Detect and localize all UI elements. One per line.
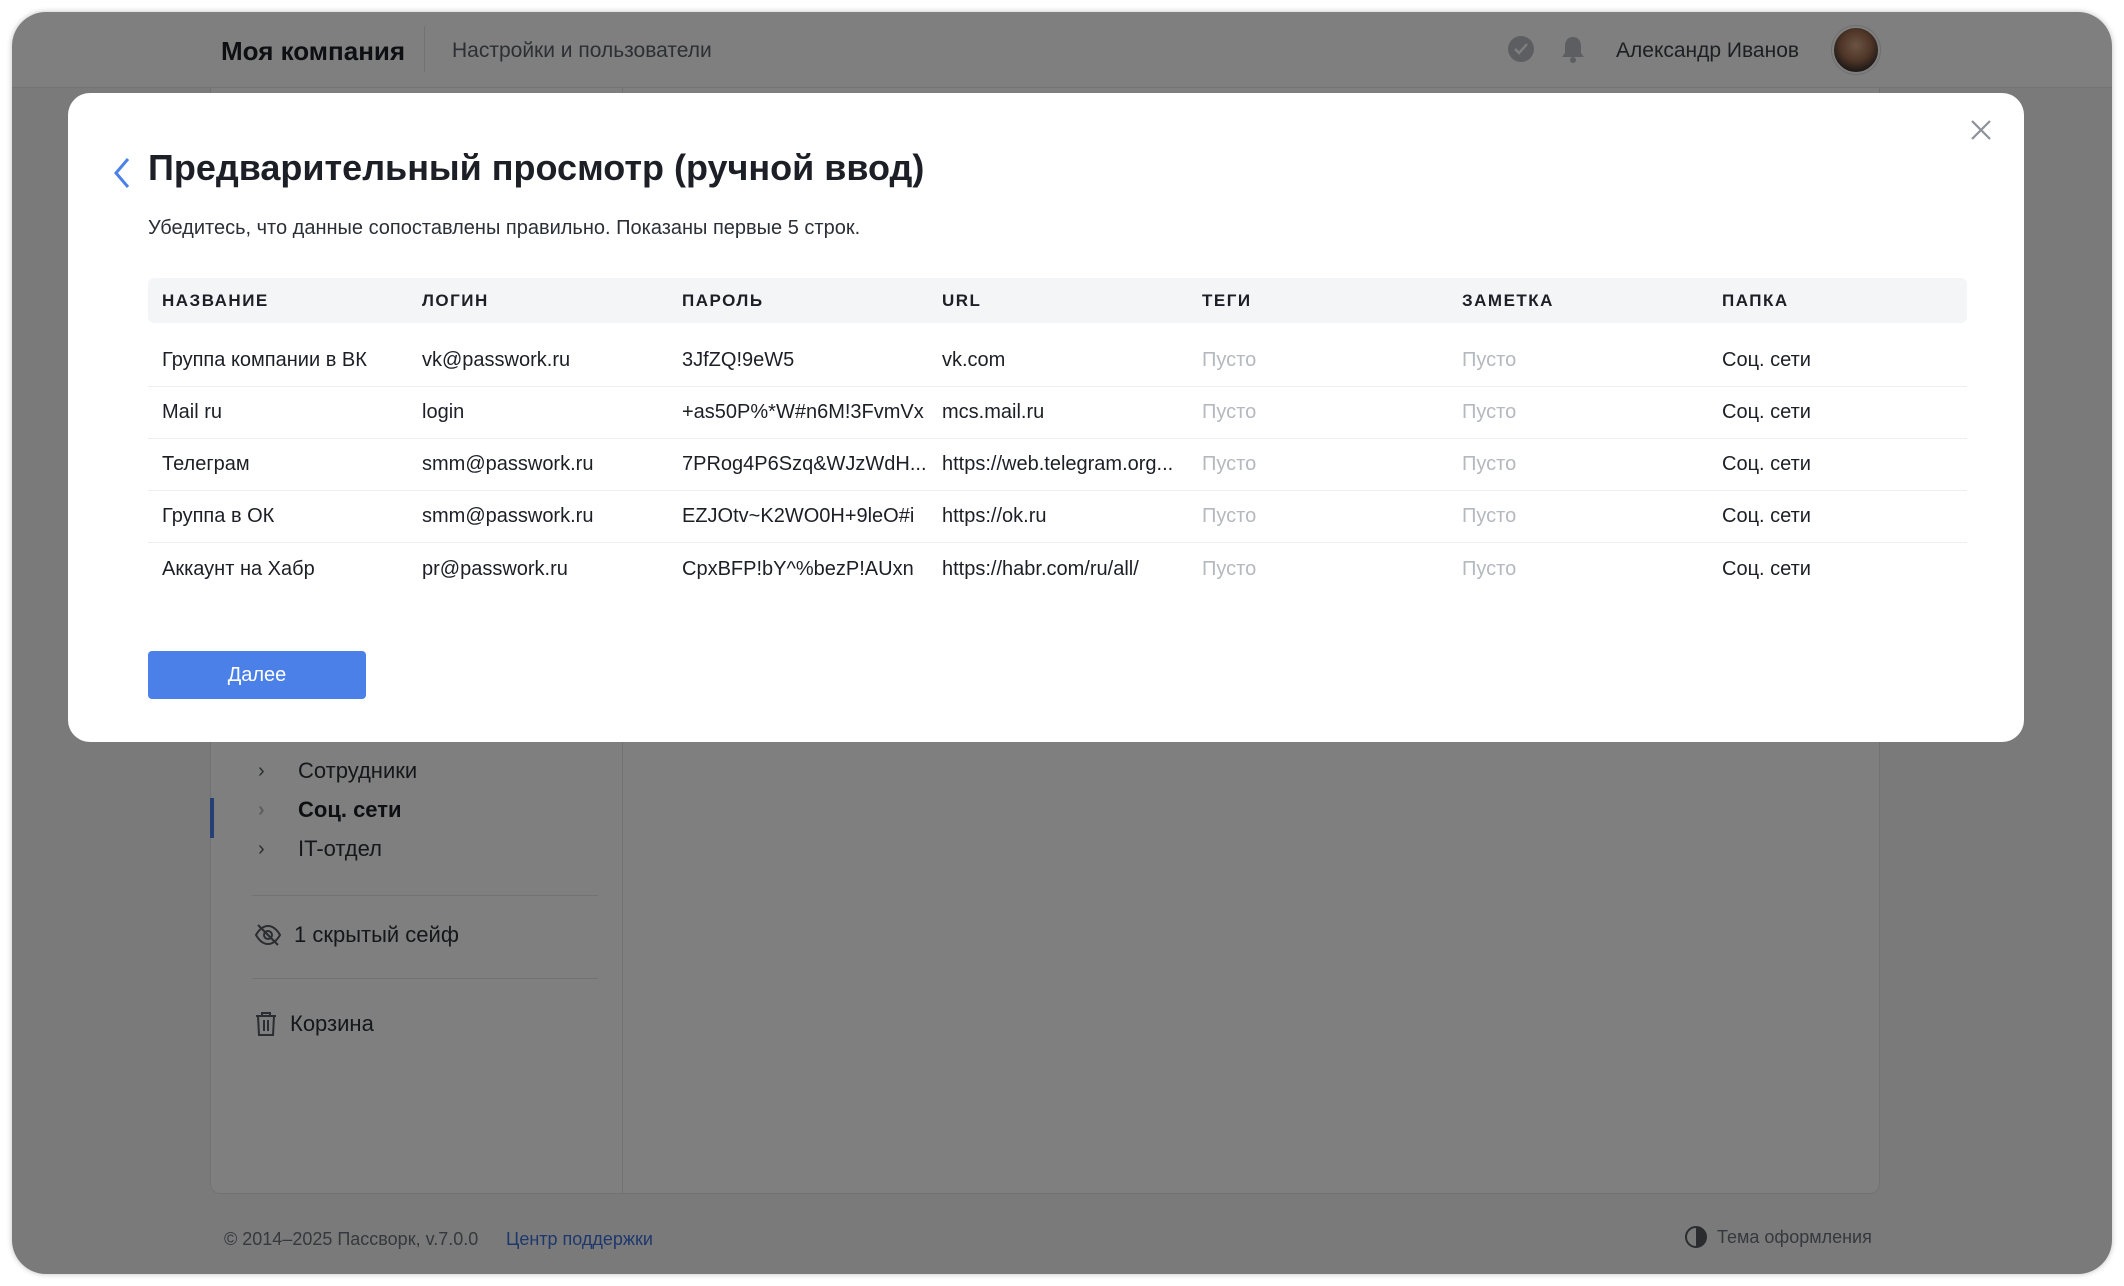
modal-subtitle: Убедитесь, что данные сопоставлены прави… — [148, 217, 861, 239]
cell-login: vk@passwork.ru — [422, 349, 571, 371]
cell-login: smm@passwork.ru — [422, 453, 594, 475]
cell-password: +as50P%*W#n6M!3FvmVx — [682, 401, 924, 423]
cell-tags: Пусто — [1202, 505, 1257, 527]
cell-folder: Соц. сети — [1722, 401, 1811, 423]
cell-login: pr@passwork.ru — [422, 557, 568, 580]
column-header-note: ЗАМЕТКА — [1462, 290, 1554, 310]
close-icon[interactable] — [1966, 115, 1996, 145]
table-row: Группа компании в ВК vk@passwork.ru 3JfZ… — [148, 335, 1967, 387]
column-header-folder: ПАПКА — [1722, 290, 1789, 310]
cell-url: https://ok.ru — [942, 505, 1047, 527]
cell-tags: Пусто — [1202, 453, 1257, 475]
cell-name: Группа компании в ВК — [162, 349, 367, 371]
cell-tags: Пусто — [1202, 557, 1257, 580]
cell-name: Телеграм — [162, 453, 250, 475]
cell-password: 7PRog4P6Szq&WJzWdH... — [682, 453, 927, 475]
cell-password: EZJOtv~K2WO0H+9leO#i — [682, 505, 915, 527]
cell-name: Mail ru — [162, 401, 223, 423]
table-row: Телеграм smm@passwork.ru 7PRog4P6Szq&WJz… — [148, 439, 1967, 491]
cell-url: https://web.telegram.org... — [942, 453, 1174, 475]
cell-name: Группа в ОК — [162, 505, 275, 527]
cell-login: login — [422, 401, 465, 423]
table-row: Mail ru login +as50P%*W#n6M!3FvmVx mcs.m… — [148, 387, 1967, 439]
cell-folder: Соц. сети — [1722, 557, 1811, 580]
cell-note: Пусто — [1462, 505, 1517, 527]
cell-login: smm@passwork.ru — [422, 505, 594, 527]
back-arrow-icon[interactable] — [108, 153, 138, 193]
cell-note: Пусто — [1462, 557, 1517, 580]
column-header-tags: ТЕГИ — [1202, 290, 1252, 310]
cell-url: mcs.mail.ru — [942, 401, 1045, 423]
column-header-url: URL — [942, 290, 982, 310]
table-header: НАЗВАНИЕ ЛОГИН ПАРОЛЬ URL ТЕГИ ЗАМЕТКА П… — [148, 278, 1967, 323]
column-header-login: ЛОГИН — [422, 290, 489, 310]
cell-tags: Пусто — [1202, 401, 1257, 423]
cell-password: 3JfZQ!9eW5 — [682, 349, 795, 371]
preview-modal: Предварительный просмотр (ручной ввод) У… — [68, 93, 2024, 742]
column-header-password: ПАРОЛЬ — [682, 290, 764, 310]
cell-url: https://habr.com/ru/all/ — [942, 557, 1139, 580]
cell-password: CpxBFP!bY^%bezP!AUxn — [682, 557, 914, 580]
cell-folder: Соц. сети — [1722, 453, 1811, 475]
preview-table: НАЗВАНИЕ ЛОГИН ПАРОЛЬ URL ТЕГИ ЗАМЕТКА П… — [148, 278, 1967, 595]
cell-folder: Соц. сети — [1722, 349, 1811, 371]
cell-url: vk.com — [942, 349, 1006, 371]
next-button[interactable]: Далее — [148, 651, 366, 699]
cell-note: Пусто — [1462, 401, 1517, 423]
cell-name: Аккаунт на Хабр — [162, 557, 315, 580]
column-header-name: НАЗВАНИЕ — [162, 290, 269, 310]
cell-note: Пусто — [1462, 453, 1517, 475]
table-row: Группа в ОК smm@passwork.ru EZJOtv~K2WO0… — [148, 491, 1967, 543]
table-row: Аккаунт на Хабр pr@passwork.ru CpxBFP!bY… — [148, 543, 1967, 595]
cell-folder: Соц. сети — [1722, 505, 1811, 527]
cell-tags: Пусто — [1202, 349, 1257, 371]
cell-note: Пусто — [1462, 349, 1517, 371]
modal-title: Предварительный просмотр (ручной ввод) — [148, 147, 925, 188]
